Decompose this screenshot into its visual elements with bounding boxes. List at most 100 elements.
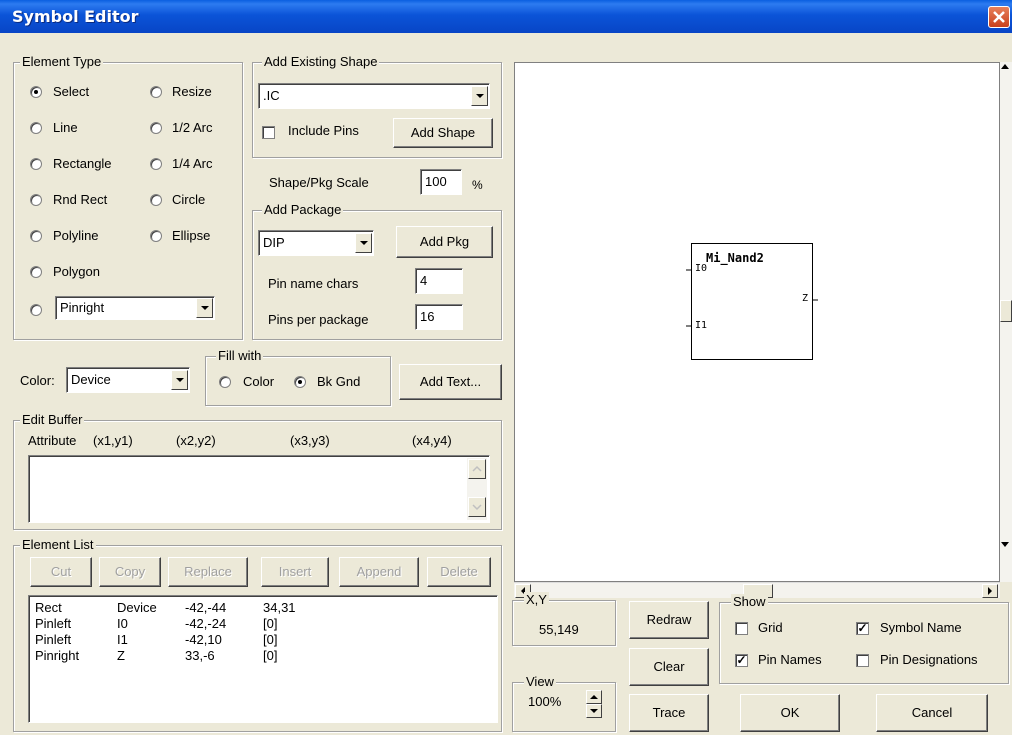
close-button[interactable] [988, 6, 1010, 28]
color-select[interactable]: Device [66, 367, 190, 393]
element-list-box[interactable]: Rect Device -42,-44 34,31 Pinleft I0 -42… [28, 595, 498, 723]
list-cell-p2: [0] [263, 648, 278, 663]
trace-button[interactable]: Trace [629, 694, 709, 732]
scroll-right-icon [988, 587, 992, 595]
list-cell-name: Z [117, 648, 125, 663]
radio-polyline-label: Polyline [53, 228, 99, 243]
list-item[interactable]: Pinleft I1 -42,10 [0] [29, 632, 489, 648]
element-list-label: Element List [20, 537, 96, 552]
list-cell-p1: -42,-24 [185, 616, 227, 631]
radio-circle[interactable] [150, 194, 162, 206]
element-type-label: Element Type [20, 54, 104, 69]
zoom-up-button[interactable] [586, 690, 602, 704]
pin-names-checkbox[interactable]: ✓ [735, 654, 748, 667]
copy-button[interactable]: Copy [99, 557, 161, 587]
pin-name-chars-input[interactable]: 4 [415, 268, 463, 294]
scale-input[interactable]: 100 [420, 169, 462, 195]
chevron-down-icon[interactable] [196, 298, 213, 318]
ok-button[interactable]: OK [740, 694, 840, 732]
list-cell-p2: [0] [263, 616, 278, 631]
scale-unit: % [472, 178, 483, 192]
color-label: Color: [20, 373, 55, 388]
vertical-scroll-thumb[interactable] [1000, 300, 1012, 322]
append-button[interactable]: Append [339, 557, 419, 587]
canvas-vertical-scrollbar[interactable] [1000, 62, 1012, 582]
list-cell-p1: -42,-44 [185, 600, 227, 615]
chevron-up-icon [472, 465, 482, 472]
scroll-right-button[interactable] [982, 584, 998, 598]
pins-per-package-label: Pins per package [268, 312, 369, 327]
edit-buffer-header-attribute: Attribute [28, 433, 77, 448]
cut-button[interactable]: Cut [30, 557, 92, 587]
chevron-down-icon[interactable] [471, 86, 488, 106]
edit-buffer-scrollbar[interactable] [467, 458, 487, 520]
pin-name-chars-label: Pin name chars [268, 276, 359, 291]
radio-pin[interactable] [30, 304, 42, 316]
radio-line[interactable] [30, 122, 42, 134]
edit-buffer-header-x3y3: (x3,y3) [290, 433, 330, 448]
list-item[interactable]: Pinright Z 33,-6 [0] [29, 648, 489, 664]
edit-buffer-textarea[interactable] [28, 455, 490, 523]
list-cell-type: Pinright [35, 648, 80, 663]
scroll-down-icon[interactable] [1001, 542, 1009, 547]
scroll-down-button[interactable] [468, 497, 486, 517]
add-package-label: Add Package [262, 202, 344, 217]
scroll-up-button[interactable] [468, 459, 486, 479]
delete-button[interactable]: Delete [427, 557, 491, 587]
list-cell-type: Rect [35, 600, 62, 615]
radio-quarter-arc[interactable] [150, 158, 162, 170]
redraw-button[interactable]: Redraw [629, 601, 709, 639]
scale-value: 100 [425, 174, 447, 189]
package-value: DIP [263, 235, 285, 250]
radio-ellipse[interactable] [150, 230, 162, 242]
edit-buffer-label: Edit Buffer [20, 412, 85, 427]
radio-quarter-arc-label: 1/4 Arc [172, 156, 213, 171]
pin-type-select[interactable]: Pinright [55, 296, 215, 320]
chevron-down-icon[interactable] [355, 233, 372, 253]
chevron-down-icon [590, 709, 598, 713]
clear-button[interactable]: Clear [629, 648, 709, 686]
radio-resize[interactable] [150, 86, 162, 98]
chevron-down-icon[interactable] [171, 370, 188, 390]
symbol-name-label: Symbol Name [880, 620, 962, 635]
radio-polygon[interactable] [30, 266, 42, 278]
zoom-down-button[interactable] [586, 704, 602, 718]
add-pkg-button[interactable]: Add Pkg [396, 226, 493, 258]
pins-per-package-value: 16 [420, 309, 435, 324]
package-select[interactable]: DIP [258, 230, 374, 256]
color-value: Device [71, 372, 111, 387]
radio-half-arc[interactable] [150, 122, 162, 134]
radio-fill-bkgnd[interactable] [294, 376, 306, 388]
radio-rnd-rect-label: Rnd Rect [53, 192, 108, 207]
cancel-button[interactable]: Cancel [876, 694, 988, 732]
pin-name-z: Z [802, 293, 809, 304]
pin-designations-label: Pin Designations [880, 652, 978, 667]
pin-designations-checkbox[interactable] [856, 654, 869, 667]
symbol-canvas[interactable]: Mi_Nand2 I0 I1 Z [514, 62, 1000, 582]
symbol-name-checkbox[interactable]: ✓ [856, 622, 869, 635]
list-item[interactable]: Pinleft I0 -42,-24 [0] [29, 616, 489, 632]
radio-rectangle[interactable] [30, 158, 42, 170]
add-text-button[interactable]: Add Text... [399, 364, 502, 400]
include-pins-label: Include Pins [288, 123, 359, 138]
radio-rectangle-label: Rectangle [53, 156, 112, 171]
radio-fill-color[interactable] [219, 376, 231, 388]
shape-select[interactable]: .IC [258, 83, 490, 109]
include-pins-checkbox[interactable] [262, 126, 275, 139]
radio-rnd-rect[interactable] [30, 194, 42, 206]
replace-button[interactable]: Replace [168, 557, 248, 587]
radio-select-label: Select [53, 84, 90, 99]
pins-per-package-input[interactable]: 16 [415, 304, 463, 330]
add-shape-button[interactable]: Add Shape [393, 118, 493, 148]
list-cell-p2: 34,31 [263, 600, 296, 615]
insert-button[interactable]: Insert [261, 557, 329, 587]
window-title: Symbol Editor [12, 7, 139, 26]
radio-resize-label: Resize [172, 84, 212, 99]
scroll-up-icon[interactable] [1001, 64, 1009, 69]
grid-checkbox[interactable] [735, 622, 748, 635]
close-icon [993, 11, 1005, 23]
radio-select[interactable] [30, 86, 42, 98]
list-item[interactable]: Rect Device -42,-44 34,31 [29, 600, 489, 616]
radio-polyline[interactable] [30, 230, 42, 242]
list-cell-type: Pinleft [35, 616, 72, 631]
